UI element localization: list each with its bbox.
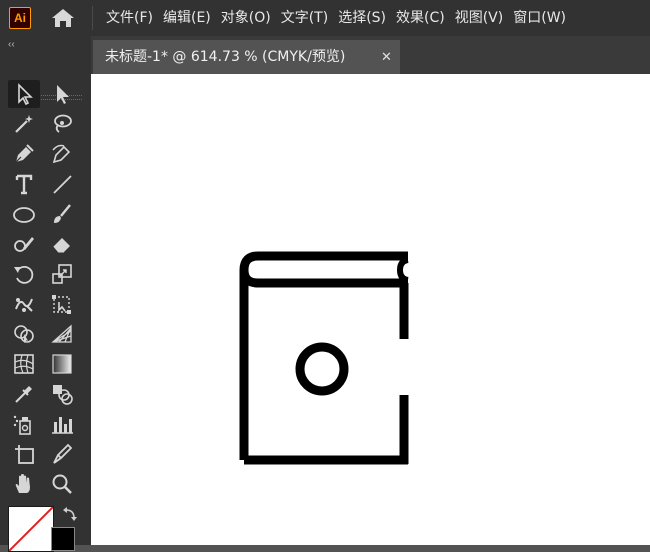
menu-divider <box>92 6 93 30</box>
menu-bar: Ai 文件(F) 编辑(E) 对象(O) 文字(T) 选择(S) 效果(C) 视… <box>0 0 650 36</box>
artboard-tool-icon <box>15 445 34 464</box>
shape-builder-tool-button[interactable] <box>8 320 40 348</box>
shaper-tool-button[interactable] <box>8 230 40 258</box>
mesh-tool-icon <box>14 354 34 374</box>
book-artwork[interactable] <box>91 74 650 545</box>
type-tool-button[interactable] <box>8 170 40 198</box>
puppet-warp-tool-button[interactable] <box>8 290 40 318</box>
ellipse-tool-button[interactable] <box>8 200 40 228</box>
menu-select[interactable]: 选择(S) <box>333 0 391 36</box>
hand-tool-icon <box>15 474 30 493</box>
slice-tool-button[interactable] <box>46 440 78 468</box>
menu-items: 文件(F) 编辑(E) 对象(O) 文字(T) 选择(S) 效果(C) 视图(V… <box>101 0 571 36</box>
free-transform-tool-button[interactable] <box>46 290 78 318</box>
lasso-tool-icon <box>54 114 72 133</box>
swap-fill-stroke-icon[interactable] <box>62 506 78 522</box>
gradient-tool-button[interactable] <box>46 350 78 378</box>
paintbrush-tool-button[interactable] <box>46 200 78 228</box>
magic-wand-tool-button[interactable] <box>8 110 40 138</box>
curvature-tool-icon <box>52 144 71 164</box>
lasso-tool-button[interactable] <box>46 110 78 138</box>
shaper-tool-icon <box>14 237 34 252</box>
free-transform-tool-icon <box>52 295 71 314</box>
direct-selection-tool-button[interactable] <box>46 80 78 108</box>
slice-tool-icon <box>53 443 73 464</box>
eraser-tool-icon <box>52 238 70 254</box>
hand-tool-button[interactable] <box>8 470 40 498</box>
symbol-sprayer-tool-button[interactable] <box>8 410 40 438</box>
selection-tool-button[interactable] <box>8 80 40 108</box>
mesh-tool-button[interactable] <box>8 350 40 378</box>
artboard-canvas[interactable] <box>91 74 650 545</box>
direct-selection-tool-icon <box>57 85 69 104</box>
symbol-sprayer-tool-icon <box>13 415 31 435</box>
zoom-tool-button[interactable] <box>46 470 78 498</box>
artboard-tool-button[interactable] <box>8 440 40 468</box>
column-graph-tool-icon <box>52 417 73 434</box>
scale-tool-icon <box>52 264 72 284</box>
none-slash-icon <box>9 507 53 551</box>
eraser-tool-button[interactable] <box>46 230 78 258</box>
ellipse-tool-icon <box>13 207 35 223</box>
line-segment-tool-button[interactable] <box>46 170 78 198</box>
pen-tool-button[interactable] <box>8 140 40 168</box>
menu-type[interactable]: 文字(T) <box>276 0 333 36</box>
menu-effect[interactable]: 效果(C) <box>391 0 450 36</box>
document-title: 未标题-1* @ 614.73 % (CMYK/预览) <box>105 49 346 65</box>
menu-view[interactable]: 视图(V) <box>450 0 509 36</box>
document-tab[interactable]: 未标题-1* @ 614.73 % (CMYK/预览) ✕ <box>93 40 400 74</box>
fill-swatch[interactable] <box>8 506 54 552</box>
stroke-swatch[interactable] <box>51 527 75 551</box>
zoom-tool-icon <box>52 474 72 494</box>
paintbrush-tool-icon <box>54 204 71 223</box>
type-tool-icon <box>15 174 33 195</box>
blend-tool-icon <box>53 385 73 405</box>
app-logo: Ai <box>9 7 31 29</box>
eyedropper-tool-button[interactable] <box>8 380 40 408</box>
curvature-tool-button[interactable] <box>46 140 78 168</box>
rotate-tool-button[interactable] <box>8 260 40 288</box>
selection-tool-icon <box>18 83 33 106</box>
menu-object[interactable]: 对象(O) <box>216 0 276 36</box>
blend-tool-button[interactable] <box>46 380 78 408</box>
home-icon[interactable] <box>50 6 76 30</box>
menu-file[interactable]: 文件(F) <box>101 0 158 36</box>
perspective-grid-tool-button[interactable] <box>46 320 78 348</box>
shape-builder-tool-icon <box>14 325 34 344</box>
collapse-panel-icon[interactable]: ‹‹ <box>8 40 15 50</box>
pen-tool-icon <box>15 144 34 163</box>
menu-window[interactable]: 窗口(W) <box>508 0 571 36</box>
eyedropper-tool-icon <box>15 386 32 403</box>
magic-wand-tool-icon <box>15 115 33 133</box>
gradient-tool-icon <box>52 354 72 374</box>
rotate-tool-icon <box>14 265 34 284</box>
line-segment-tool-icon <box>53 175 72 194</box>
scale-tool-button[interactable] <box>46 260 78 288</box>
puppet-warp-tool-icon <box>15 298 33 312</box>
document-tab-bar: 未标题-1* @ 614.73 % (CMYK/预览) ✕ <box>91 36 650 74</box>
perspective-grid-tool-icon <box>51 324 72 343</box>
close-tab-icon[interactable]: ✕ <box>381 40 392 74</box>
column-graph-tool-button[interactable] <box>46 410 78 438</box>
menu-edit[interactable]: 编辑(E) <box>158 0 216 36</box>
